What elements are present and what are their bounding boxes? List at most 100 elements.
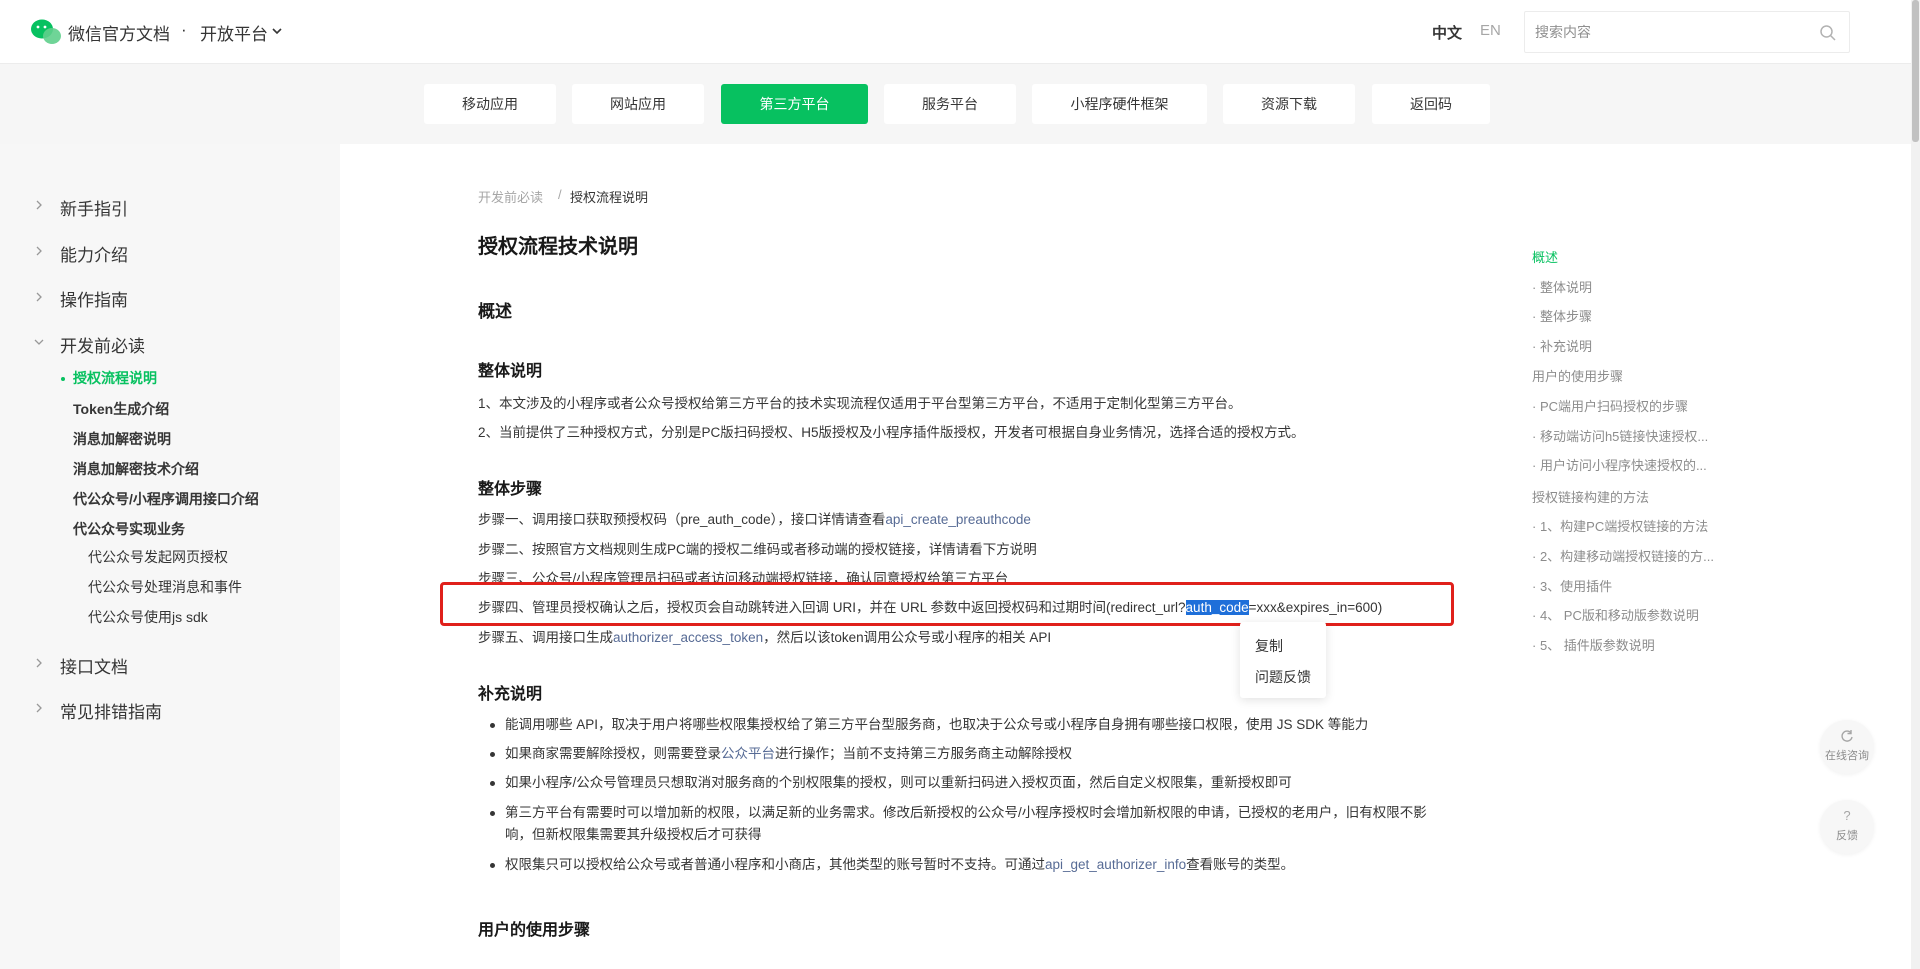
breadcrumb-parent[interactable]: 开发前必读 — [478, 187, 543, 206]
sidebar-sub-business[interactable]: 代公众号实现业务 — [73, 519, 185, 539]
sidebar-subsub-jssdk[interactable]: 代公众号使用js sdk — [88, 607, 208, 627]
sidebar-item-guide[interactable]: 操作指南 — [60, 286, 128, 311]
section-user-steps: 用户的使用步骤 — [478, 922, 591, 939]
search-input[interactable] — [1535, 22, 1805, 42]
highlight-annotation-box — [440, 582, 1454, 626]
step-5: 步骤五、调用接口生成authorizer_access_token，然后以该to… — [478, 626, 1051, 646]
section-steps: 整体步骤 — [478, 481, 543, 498]
consult-label: 在线咨询 — [1825, 750, 1869, 762]
supp-2-text: 如果商家需要解除授权，则需要登录 — [505, 746, 721, 761]
supp-item-5: 权限集只可以授权给公众号或者普通小程序和小商店，其他类型的账号暂时不支持。可通过… — [505, 854, 1294, 876]
nav-tab-mobile[interactable]: 移动应用 — [424, 84, 556, 124]
chevron-right-icon[interactable] — [34, 200, 44, 210]
brand-separator: · — [181, 20, 187, 39]
toc-item[interactable]: 授权链接构建的方法 — [1532, 487, 1649, 506]
chevron-right-icon[interactable] — [34, 246, 44, 256]
section-overall: 整体说明 — [478, 363, 543, 380]
lang-zh[interactable]: 中文 — [1432, 22, 1462, 43]
wechat-logo-icon[interactable] — [30, 18, 62, 46]
sidebar-sub-decrypt-tech[interactable]: 消息加解密技术介绍 — [73, 459, 199, 479]
supp-item-2: 如果商家需要解除授权，则需要登录公众平台进行操作；当前不支持第三方服务商主动解除… — [505, 743, 1072, 765]
chevron-down-icon[interactable] — [34, 337, 44, 347]
nav-tab-resources[interactable]: 资源下载 — [1223, 84, 1355, 124]
search-icon[interactable] — [1819, 24, 1837, 42]
toc-item[interactable]: · 3、使用插件 — [1532, 576, 1612, 595]
step-5-tail: ，然后以该token调用公众号或小程序的相关 API — [763, 630, 1052, 645]
supp-item-1: 能调用哪些 API，取决于用户将哪些权限集授权给了第三方平台型服务商，也取决于公… — [505, 717, 1369, 732]
scrollbar-thumb[interactable] — [1912, 0, 1919, 142]
brand-title[interactable]: 微信官方文档 — [68, 20, 170, 45]
link-get-authorizer-info[interactable]: api_get_authorizer_info — [1045, 857, 1186, 872]
scrollbar-track[interactable] — [1911, 0, 1920, 969]
toc-item[interactable]: · 整体说明 — [1532, 277, 1592, 296]
list-bullet — [490, 723, 495, 728]
lang-en[interactable]: EN — [1480, 22, 1501, 39]
supp-5-text: 权限集只可以授权给公众号或者普通小程序和小商店，其他类型的账号暂时不支持。可通过 — [505, 857, 1045, 872]
overall-line-1: 1、本文涉及的小程序或者公众号授权给第三方平台的技术实现流程仅适用于平台型第三方… — [478, 396, 1242, 411]
step-1: 步骤一、调用接口获取预授权码（pre_auth_code），接口详情请查看api… — [478, 508, 1031, 528]
nav-tab-hardware[interactable]: 小程序硬件框架 — [1032, 84, 1207, 124]
feedback-button[interactable]: ? 反馈 — [1820, 800, 1874, 854]
sidebar-subsub-webauth[interactable]: 代公众号发起网页授权 — [88, 547, 228, 567]
platform-switcher[interactable]: 开放平台 — [200, 20, 268, 45]
nav-tab-return-code[interactable]: 返回码 — [1372, 84, 1490, 124]
list-bullet — [490, 863, 495, 868]
sidebar-item-pre-dev[interactable]: 开发前必读 — [60, 332, 145, 357]
search-box[interactable] — [1524, 11, 1850, 53]
nav-tab-third-party[interactable]: 第三方平台 — [721, 84, 868, 124]
toc-item[interactable]: · 4、 PC版和移动版参数说明 — [1532, 605, 1699, 624]
toc-item[interactable]: · 移动端访问h5链接快速授权... — [1532, 426, 1708, 445]
link-access-token[interactable]: authorizer_access_token — [613, 630, 763, 645]
breadcrumb-separator: / — [558, 187, 562, 202]
toc-item[interactable]: · PC端用户扫码授权的步骤 — [1532, 396, 1688, 415]
sidebar-sub-token[interactable]: Token生成介绍 — [73, 399, 169, 419]
toc-item[interactable]: 用户的使用步骤 — [1532, 366, 1623, 385]
nav-tab-service[interactable]: 服务平台 — [884, 84, 1016, 124]
section-overview: 概述 — [478, 302, 512, 321]
supp-item-4: 第三方平台有需要时可以增加新的权限，以满足新的业务需求。修改后新授权的公众号/小… — [505, 805, 1427, 842]
list-bullet — [490, 752, 495, 757]
toc-item[interactable]: · 补充说明 — [1532, 336, 1592, 355]
feedback-label: 反馈 — [1836, 830, 1858, 842]
nav-tab-website[interactable]: 网站应用 — [572, 84, 704, 124]
toc-item[interactable]: · 1、构建PC端授权链接的方法 — [1532, 516, 1708, 535]
question-icon: ? — [1843, 808, 1851, 823]
context-menu: 复制 问题反馈 — [1240, 622, 1326, 698]
sidebar-item-troubleshoot[interactable]: 常见排错指南 — [60, 698, 162, 723]
toc-item[interactable]: · 2、构建移动端授权链接的方... — [1532, 546, 1714, 565]
toc-item[interactable]: · 整体步骤 — [1532, 306, 1592, 325]
overall-line-2: 2、当前提供了三种授权方式，分别是PC版扫码授权、H5版授权及小程序插件版授权，… — [478, 425, 1305, 440]
sidebar-sub-api-intro[interactable]: 代公众号/小程序调用接口介绍 — [73, 489, 259, 509]
supp-5-tail: 查看账号的类型。 — [1186, 857, 1295, 872]
chevron-right-icon[interactable] — [34, 703, 44, 713]
top-header: 微信官方文档 · 开放平台 中文 EN — [0, 0, 1920, 64]
menu-item-copy[interactable]: 复制 — [1255, 636, 1283, 656]
toc-item[interactable]: 概述 — [1532, 247, 1558, 266]
section-supplement: 补充说明 — [478, 686, 543, 703]
list-bullet — [490, 781, 495, 786]
sidebar-subsub-events[interactable]: 代公众号处理消息和事件 — [88, 577, 242, 597]
supp-item-3: 如果小程序/公众号管理员只想取消对服务商的个别权限集的授权，则可以重新扫码进入授… — [505, 775, 1292, 790]
link-create-preauthcode[interactable]: api_create_preauthcode — [885, 512, 1031, 527]
page-title: 授权流程技术说明 — [478, 236, 638, 258]
toc-item[interactable]: · 用户访问小程序快速授权的... — [1532, 455, 1707, 474]
toc-item[interactable]: · 5、 插件版参数说明 — [1532, 635, 1655, 654]
sidebar-item-capabilities[interactable]: 能力介绍 — [60, 241, 128, 266]
chevron-right-icon[interactable] — [34, 292, 44, 302]
chevron-down-icon[interactable] — [270, 24, 284, 38]
online-consult-button[interactable]: 在线咨询 — [1820, 720, 1874, 774]
list-bullet — [490, 811, 495, 816]
step-2: 步骤二、按照官方文档规则生成PC端的授权二维码或者移动端的授权链接，详情请看下方… — [478, 542, 1037, 557]
breadcrumb-current: 授权流程说明 — [570, 190, 649, 205]
active-bullet — [61, 377, 65, 381]
sidebar-item-getting-started[interactable]: 新手指引 — [60, 195, 128, 220]
link-mp-platform[interactable]: 公众平台 — [721, 746, 775, 761]
sidebar-sub-decrypt[interactable]: 消息加解密说明 — [73, 429, 171, 449]
sidebar-item-api-docs[interactable]: 接口文档 — [60, 653, 128, 678]
step-5-text: 步骤五、调用接口生成 — [478, 630, 613, 645]
chevron-right-icon[interactable] — [34, 658, 44, 668]
step-1-text: 步骤一、调用接口获取预授权码（pre_auth_code），接口详情请查看 — [478, 512, 886, 527]
sidebar-sub-auth-flow[interactable]: 授权流程说明 — [73, 368, 157, 388]
menu-item-feedback[interactable]: 问题反馈 — [1255, 667, 1311, 687]
refresh-icon — [1841, 730, 1853, 742]
